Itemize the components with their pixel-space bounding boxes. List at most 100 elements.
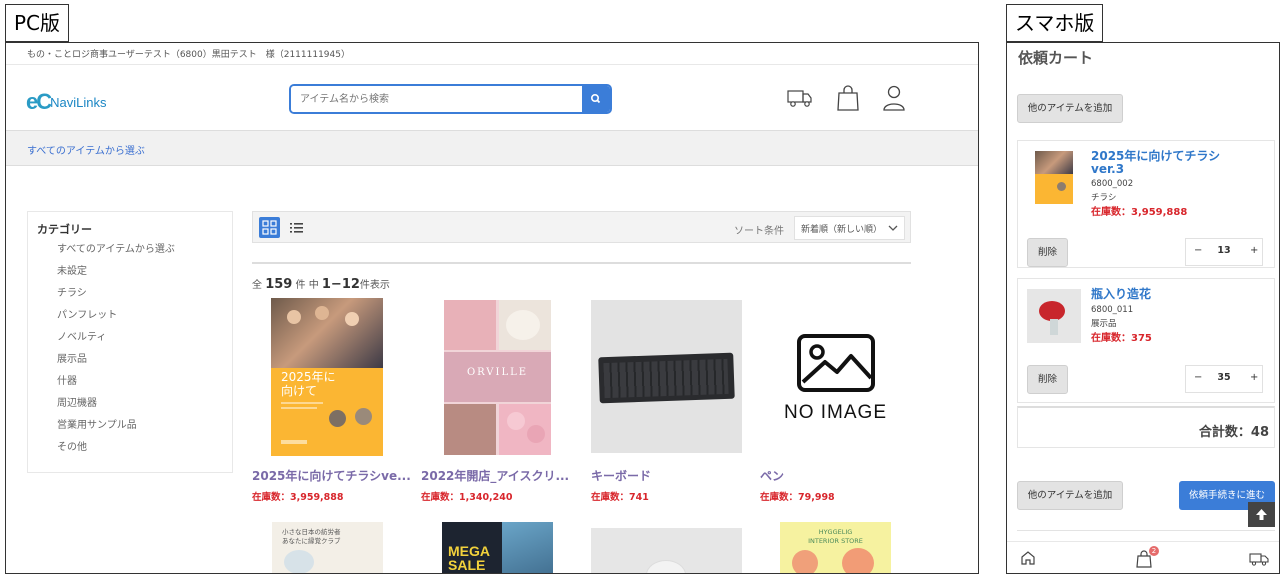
product-image[interactable]: NO IMAGE (760, 300, 911, 453)
grid-view-button[interactable] (259, 217, 280, 238)
cart-item-category: 展示品 (1091, 319, 1117, 329)
bottom-navigation: 2 (1007, 541, 1279, 573)
list-view-button[interactable] (286, 217, 307, 238)
cart-item-stock: 在庫数：375 (1091, 333, 1152, 344)
orville-text: ORVILLE (466, 367, 529, 378)
category-list: すべてのアイテムから選ぶ 未設定 チラシ パンフレット ノベルティ 展示品 什器… (57, 243, 175, 463)
chevron-down-icon (888, 225, 898, 231)
pc-screen: もの・ことロジ商事ユーザーテスト（6800）黒田テスト 様（2111111945… (5, 42, 979, 574)
category-item[interactable]: 什器 (57, 375, 175, 397)
category-item[interactable]: すべてのアイテムから選ぶ (57, 243, 175, 265)
quantity-value[interactable]: 35 (1213, 372, 1235, 383)
category-item[interactable]: ノベルティ (57, 331, 175, 353)
cart-count-badge: 2 (1149, 546, 1159, 556)
delete-button[interactable]: 削除 (1027, 238, 1068, 267)
sort-select[interactable]: 新着順（新しい順） (794, 216, 905, 240)
home-icon[interactable] (1020, 550, 1036, 566)
image-placeholder-icon (797, 334, 875, 392)
product-stock: 在庫数：1,340,240 (421, 492, 513, 503)
product-name[interactable]: キーボード (591, 467, 651, 484)
cart-total: 合計数：48 (1017, 406, 1275, 448)
product-name[interactable]: 2025年に向けてチラシve... (252, 467, 411, 484)
user-info-bar: もの・ことロジ商事ユーザーテスト（6800）黒田テスト 様（2111111945… (6, 43, 978, 65)
mega-sale-text: MEGA SALE (448, 543, 490, 573)
category-sidebar: カテゴリー すべてのアイテムから選ぶ 未設定 チラシ パンフレット ノベルティ … (27, 211, 233, 473)
quantity-stepper: − 13 + (1185, 238, 1263, 266)
result-count: 全 159 件 中 1−12件表示 (252, 276, 390, 292)
quantity-stepper: − 35 + (1185, 365, 1263, 393)
category-item[interactable]: 周辺機器 (57, 397, 175, 419)
poster-text: 小さな日本の紡労者 あなたに縁覚クラブ (282, 528, 341, 545)
shopping-bag-icon[interactable] (836, 84, 860, 112)
cart-item-name[interactable]: 瓶入り造花 (1091, 288, 1241, 301)
breadcrumb-link[interactable]: すべてのアイテムから選ぶ (27, 146, 145, 157)
cart-title: 依頼カート (1018, 49, 1094, 67)
category-item[interactable]: チラシ (57, 287, 175, 309)
product-image[interactable]: HYGGELIG INTERIOR STORE (780, 522, 891, 573)
cart-item-name[interactable]: 2025年に向けてチラシ ver.3 (1091, 150, 1241, 176)
divider (252, 262, 911, 264)
category-item[interactable]: パンフレット (57, 309, 175, 331)
sort-label: ソート条件 (734, 226, 784, 237)
list-icon (290, 223, 303, 233)
user-icon[interactable] (882, 84, 906, 112)
cart-item-code: 6800_002 (1091, 179, 1134, 189)
logo-mark: eC (26, 89, 52, 114)
flyer-title-text: 2025年に 向けて (281, 370, 336, 398)
increment-button[interactable]: + (1250, 372, 1258, 383)
cart-item-code: 6800_011 (1091, 305, 1134, 315)
sort-value: 新着順（新しい順） (801, 225, 883, 235)
interior-text: HYGGELIG INTERIOR STORE (808, 528, 863, 545)
no-image-text: NO IMAGE (783, 402, 887, 423)
divider (1017, 530, 1275, 531)
site-logo[interactable]: eCNaviLinks (26, 89, 106, 115)
delete-button[interactable]: 削除 (1027, 365, 1068, 394)
grid-icon (262, 220, 277, 235)
decrement-button[interactable]: − (1194, 245, 1202, 256)
cart-item-category: チラシ (1091, 193, 1117, 203)
product-image[interactable]: MEGA SALE (442, 522, 553, 573)
category-item[interactable]: その他 (57, 441, 175, 463)
pc-version-label: PC版 (5, 4, 70, 42)
product-image[interactable]: 2025年に 向けて (271, 298, 383, 456)
cart-item-image (1035, 151, 1073, 204)
search-input[interactable] (291, 86, 583, 112)
search-bar (289, 84, 612, 114)
product-image[interactable] (591, 528, 742, 573)
cart-item: 2025年に向けてチラシ ver.3 6800_002 チラシ 在庫数：3,95… (1017, 140, 1275, 268)
cart-item: 瓶入り造花 6800_011 展示品 在庫数：375 削除 − 35 + (1017, 278, 1275, 403)
cart-item-image (1027, 289, 1081, 343)
scroll-to-top-button[interactable] (1248, 502, 1275, 527)
arrow-up-icon (1256, 509, 1267, 520)
increment-button[interactable]: + (1250, 245, 1258, 256)
search-icon (591, 94, 601, 104)
add-item-button[interactable]: 他のアイテムを追加 (1017, 94, 1123, 123)
category-item[interactable]: 展示品 (57, 353, 175, 375)
category-item[interactable]: 営業用サンプル品 (57, 419, 175, 441)
count-range: 1−12 (321, 277, 360, 292)
smartphone-screen: 依頼カート 他のアイテムを追加 2025年に向けてチラシ ver.3 6800_… (1006, 42, 1280, 574)
count-mid: 件 中 (295, 280, 319, 291)
cart-item-stock: 在庫数：3,959,888 (1091, 207, 1188, 218)
count-total: 159 (265, 277, 293, 292)
decrement-button[interactable]: − (1194, 372, 1202, 383)
truck-icon[interactable] (1249, 552, 1269, 566)
product-name[interactable]: ペン (760, 467, 784, 484)
truck-icon[interactable] (787, 88, 813, 108)
search-button[interactable] (582, 86, 610, 112)
product-image[interactable]: ORVILLE (444, 300, 551, 455)
breadcrumb: すべてのアイテムから選ぶ (6, 130, 978, 166)
user-info-text: もの・ことロジ商事ユーザーテスト（6800）黒田テスト 様（2111111945… (27, 50, 350, 60)
logo-text: NaviLinks (50, 95, 107, 110)
category-item[interactable]: 未設定 (57, 265, 175, 287)
product-image[interactable] (591, 300, 742, 453)
quantity-value[interactable]: 13 (1213, 245, 1235, 256)
product-name[interactable]: 2022年開店_アイスクリ... (421, 467, 569, 484)
category-title: カテゴリー (37, 223, 92, 236)
list-toolbar: ソート条件 新着順（新しい順） (252, 211, 911, 243)
product-image[interactable]: 小さな日本の紡労者 あなたに縁覚クラブ (272, 522, 383, 573)
product-stock: 在庫数：741 (591, 492, 649, 503)
product-stock: 在庫数：3,959,888 (252, 492, 344, 503)
add-item-button-bottom[interactable]: 他のアイテムを追加 (1017, 481, 1123, 510)
product-stock: 在庫数：79,998 (760, 492, 835, 503)
